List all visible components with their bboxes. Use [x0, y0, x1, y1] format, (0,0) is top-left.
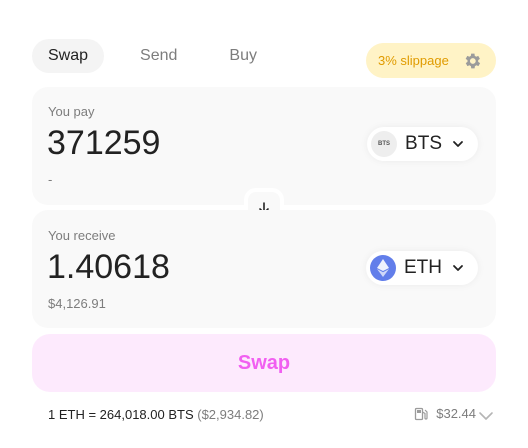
exchange-rate[interactable]: 1 ETH = 264,018.00 BTS ($2,934.82): [48, 407, 264, 422]
rate-fiat: ($2,934.82): [197, 407, 264, 422]
gas-value: $32.44: [436, 406, 476, 421]
pay-amount-input[interactable]: [47, 124, 347, 163]
receive-panel: You receive $4,126.91 ETH: [32, 210, 496, 328]
slippage-label: 3% slippage: [378, 53, 449, 68]
pay-token-selector[interactable]: BTS BTS: [367, 127, 478, 161]
receive-label: You receive: [48, 228, 116, 243]
slippage-settings-button[interactable]: 3% slippage: [366, 43, 496, 78]
swap-tabs: Swap Send Buy: [32, 39, 293, 73]
receive-amount-input[interactable]: [47, 248, 347, 287]
receive-fiat-value: $4,126.91: [48, 296, 106, 311]
gear-icon: [465, 53, 481, 68]
chevron-down-icon[interactable]: [476, 406, 496, 426]
pay-token-symbol: BTS: [405, 133, 442, 154]
swap-button[interactable]: Swap: [32, 334, 496, 392]
chevron-down-icon: [453, 265, 463, 271]
receive-token-selector[interactable]: ETH: [366, 251, 478, 285]
tab-swap[interactable]: Swap: [32, 39, 105, 73]
pay-label: You pay: [48, 104, 95, 119]
chevron-down-icon: [453, 141, 463, 147]
gas-pump-icon: [415, 407, 428, 420]
tab-buy[interactable]: Buy: [213, 39, 273, 73]
receive-token-symbol: ETH: [404, 257, 442, 278]
tab-send[interactable]: Send: [124, 39, 193, 73]
ethereum-icon: [370, 255, 396, 281]
pay-fiat-value: -: [48, 172, 53, 187]
rate-text: 1 ETH = 264,018.00 BTS: [48, 407, 194, 422]
bts-token-icon: BTS: [371, 131, 398, 157]
gas-estimate: $32.44: [414, 406, 476, 421]
